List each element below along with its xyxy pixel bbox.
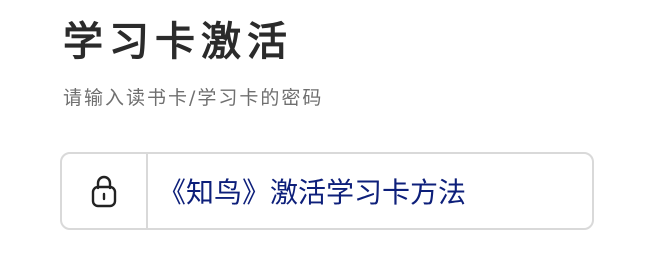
card-password-field[interactable]: 《知鸟》激活学习卡方法 [60, 152, 594, 230]
card-password-value[interactable]: 《知鸟》激活学习卡方法 [148, 154, 592, 228]
field-icon-cell [62, 154, 148, 228]
lock-icon [91, 175, 117, 208]
page-subtitle: 请输入读书卡/学习卡的密码 [63, 87, 324, 109]
page-title: 学习卡激活 [63, 18, 293, 65]
